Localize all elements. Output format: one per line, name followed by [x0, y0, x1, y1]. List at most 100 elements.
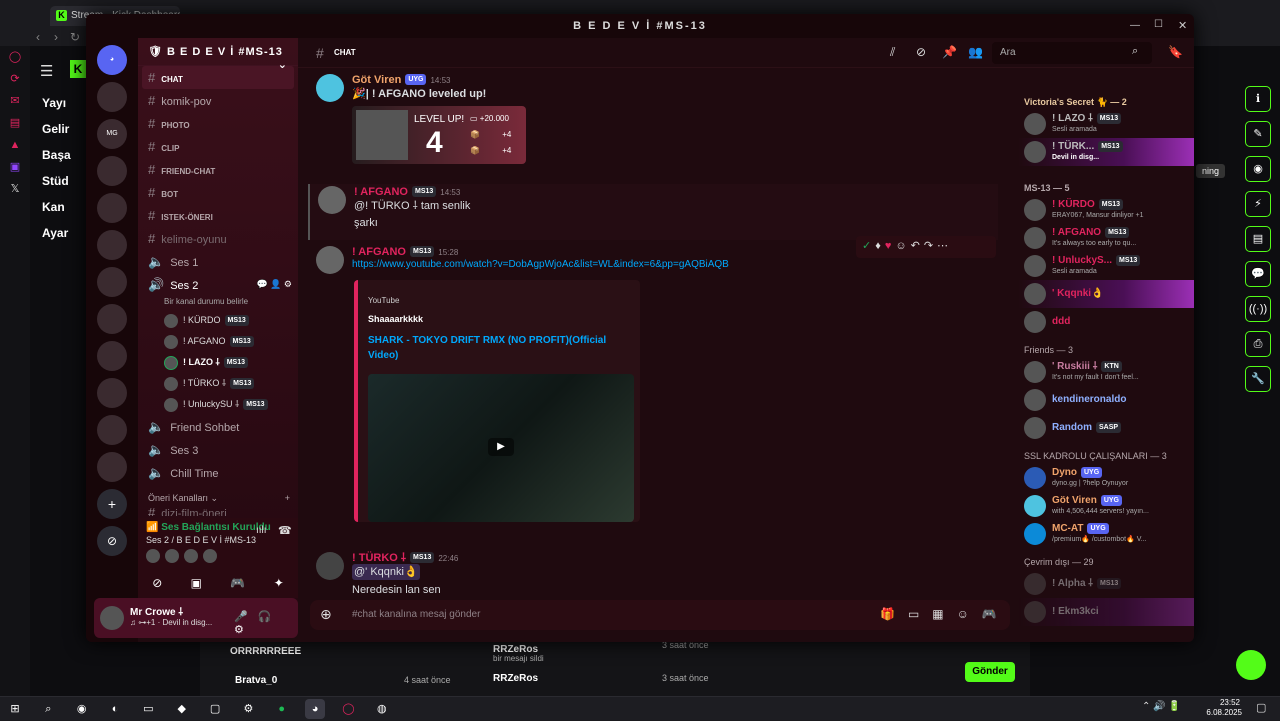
apps-icon[interactable]: 🎮 [982, 607, 1010, 621]
headphones-icon[interactable]: 🎧 [258, 611, 282, 623]
reload-icon[interactable]: ↻ [70, 30, 80, 44]
member-item[interactable]: ' Ruskiii ⸸ KTN It's not my fault I don't … [1018, 358, 1194, 386]
server-icon[interactable] [97, 193, 127, 223]
channel-kelime-oyunu[interactable]: # kelime-oyunu [138, 227, 298, 250]
member-item[interactable]: ! Ekm3kci [1018, 598, 1194, 626]
kick-logo-icon[interactable]: K [70, 60, 86, 78]
messenger-icon[interactable]: ✉ [0, 90, 30, 112]
member-item[interactable]: Dyno UYG dyno.gg | ?help Oynuyor [1018, 464, 1194, 492]
opera-logo-icon[interactable]: ◯ [0, 46, 30, 68]
channel-photo[interactable]: # photo [138, 112, 298, 135]
info-icon[interactable]: ℹ [1245, 86, 1271, 112]
member-item[interactable]: ! UnluckyS... MS13 Sesli aramada [1018, 252, 1194, 280]
notification-icon[interactable]: ▢ [1256, 701, 1266, 714]
forward-icon[interactable]: ↷ [924, 240, 937, 252]
kick-nav-item[interactable]: Ayar [30, 220, 90, 246]
gift-icon[interactable]: 🎁 [880, 607, 908, 621]
chat-icon[interactable]: 💬 [1245, 261, 1271, 287]
bolt-icon[interactable]: ⚡ [1245, 191, 1271, 217]
app-icon[interactable]: ◆ [172, 699, 192, 719]
member-item[interactable]: ! LAZO ⸸ MS13 Sesli aramada [1018, 110, 1194, 138]
play-icon[interactable]: ▶ [488, 438, 514, 456]
inbox-icon[interactable]: 🔖 [1168, 45, 1183, 59]
message-link[interactable]: https://www.youtube.com/watch?v=DobAgpWj… [352, 259, 729, 270]
kick-nav-item[interactable]: Gelir [30, 116, 90, 142]
avatar[interactable] [316, 246, 344, 274]
pin-icon[interactable]: 📌 [942, 45, 957, 59]
folder-icon[interactable]: ▭ [138, 699, 158, 719]
document-icon[interactable]: ▤ [1245, 226, 1271, 252]
channel-clip[interactable]: # clip [138, 135, 298, 158]
search-icon[interactable]: ⌕ [1132, 45, 1138, 58]
app-icon[interactable]: ◍ [372, 699, 392, 719]
add-attachment-icon[interactable]: ⊕ [320, 606, 332, 623]
maximize-icon[interactable]: ☐ [1154, 19, 1163, 30]
x-icon[interactable]: 𝕏 [0, 178, 30, 200]
member-item[interactable]: Random SASP [1018, 414, 1194, 442]
wrench-icon[interactable]: 🔧 [1245, 366, 1271, 392]
soundboard-icon[interactable]: ✦ [274, 576, 284, 590]
kick-nav-item[interactable]: Yayı [30, 90, 90, 116]
server-icon[interactable] [97, 267, 127, 297]
message-author[interactable]: Göt Viren [352, 74, 401, 86]
server-icon[interactable] [97, 230, 127, 260]
channel-friend-sohbet[interactable]: 🔈 Friend Sohbet [138, 415, 298, 438]
voice-member[interactable]: ! KÜRDO MS13 [138, 310, 298, 331]
printer-icon[interactable]: ⎙ [1245, 331, 1271, 357]
channel-chill-time[interactable]: 🔈 Chill Time [138, 461, 298, 484]
more-icon[interactable]: ⋯ [937, 240, 952, 252]
members-icon[interactable]: 👥 [968, 45, 983, 59]
message[interactable]: ! TÜRKO ⸸ MS13 22:46 @' Kqqnki👌 Neredesin … [308, 550, 998, 598]
kick-nav-item[interactable]: Stüd [30, 168, 90, 194]
voice-member[interactable]: ! UnluckySU ⸸ MS13 [138, 394, 298, 415]
member-item[interactable]: Göt Viren UYG with 4,506,444 servers! yayı… [1018, 492, 1194, 520]
voice-channel-status[interactable]: Bir kanal durumu belirle [138, 296, 298, 310]
channel-bot[interactable]: # bot [138, 181, 298, 204]
server-icon[interactable] [97, 378, 127, 408]
edit-icon[interactable]: ✎ [1245, 121, 1271, 147]
disconnect-icon[interactable]: ☎ [278, 524, 292, 537]
send-button[interactable]: Gönder [965, 662, 1015, 682]
member-item[interactable]: ! AFGANO MS13 It's always too early to qu.… [1018, 224, 1194, 252]
reaction-icon[interactable]: ♦ [875, 240, 885, 252]
speed-dial-icon[interactable]: ⟳ [0, 68, 30, 90]
message-author[interactable]: ! AFGANO [354, 186, 408, 198]
server-icon[interactable] [97, 156, 127, 186]
member-item[interactable]: ddd [1018, 308, 1194, 336]
category-oneri[interactable]: Öneri Kanalları ⌄ + [138, 484, 298, 504]
channel-friend-chat[interactable]: # friend-chat [138, 158, 298, 181]
chrome-icon[interactable]: ◉ [72, 699, 92, 719]
message-author[interactable]: ! AFGANO [352, 246, 406, 258]
camera-off-icon[interactable]: ⊘ [152, 576, 162, 590]
channel-ses-2[interactable]: 🔊 Ses 2 💬 👤 ⚙ [138, 273, 298, 296]
sticker-icon[interactable]: ▦ [932, 607, 956, 621]
server-icon[interactable] [97, 304, 127, 334]
embed-author[interactable]: Shaaaarkkkk [368, 314, 423, 324]
embed-title[interactable]: SHARK - TOKYO DRIFT RMX (NO PROFIT)(Offi… [368, 333, 618, 363]
activity-icon[interactable]: 🎮 [230, 576, 245, 590]
server-header[interactable]: 🛡 B E D E V İ #MS-13 ⌄ [138, 38, 298, 71]
server-icon[interactable] [97, 341, 127, 371]
avatar[interactable] [316, 552, 344, 580]
user-avatar[interactable] [100, 606, 124, 630]
camera-icon[interactable]: ◉ [1245, 156, 1271, 182]
search-input[interactable]: Ara [992, 42, 1152, 64]
heart-icon[interactable]: ♥ [885, 240, 896, 252]
search-icon[interactable]: ⌕ [38, 699, 58, 719]
check-icon[interactable]: ✓ [862, 240, 875, 252]
member-item[interactable]: kendineronaldo [1018, 386, 1194, 414]
avatar[interactable] [316, 74, 344, 102]
member-item[interactable]: ! KÜRDO MS13 ERAY067, Mansur dinliyor +1 [1018, 196, 1194, 224]
server-icon[interactable] [97, 415, 127, 445]
voice-member[interactable]: ! LAZO ⸸ MS13 [138, 352, 298, 373]
voice-location[interactable]: Ses 2 / B E D E V İ #MS-13 [146, 535, 256, 545]
system-tray[interactable]: ⌃ 🔊 🔋 [1142, 701, 1181, 712]
mic-icon[interactable]: 🎤 [234, 611, 258, 623]
explore-icon[interactable]: ⊘ [97, 526, 127, 556]
broadcast-icon[interactable]: ((·)) [1245, 296, 1271, 322]
minimize-icon[interactable]: — [1130, 20, 1140, 31]
channel-ses-1[interactable]: 🔈 Ses 1 [138, 250, 298, 273]
channel-dizi-film-oneri[interactable]: # dizi-film-öneri [138, 504, 285, 516]
bookmark-icon[interactable]: ▤ [0, 112, 30, 134]
close-icon[interactable]: ✕ [1178, 19, 1187, 32]
